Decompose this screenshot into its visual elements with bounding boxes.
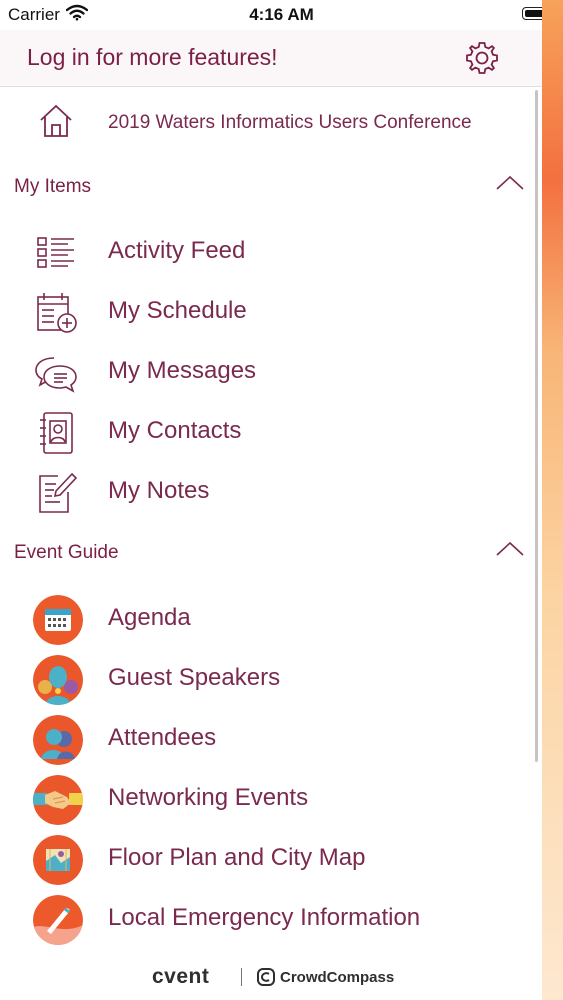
menu-item-activity-feed[interactable]: Activity Feed bbox=[0, 222, 530, 282]
map-icon bbox=[33, 835, 83, 885]
contacts-icon bbox=[40, 412, 73, 454]
my-items-section-header[interactable]: My Items bbox=[0, 168, 530, 208]
background-app-edge bbox=[542, 0, 563, 1000]
crowdcompass-logo-icon bbox=[257, 968, 275, 986]
header: Log in for more features! bbox=[0, 30, 542, 87]
attendees-icon bbox=[33, 715, 83, 765]
item-label: My Contacts bbox=[108, 417, 242, 444]
menu-item-my-notes[interactable]: My Notes bbox=[0, 462, 530, 522]
menu-item-my-messages[interactable]: My Messages bbox=[0, 342, 530, 402]
menu-item-my-schedule[interactable]: My Schedule bbox=[0, 282, 530, 342]
item-label: Local Emergency Information bbox=[108, 904, 421, 931]
cvent-logo: cvent bbox=[152, 965, 210, 988]
scrollbar[interactable] bbox=[535, 90, 538, 762]
menu-item-floor-plan-city-map[interactable]: Floor Plan and City Map bbox=[0, 829, 530, 889]
item-label: Floor Plan and City Map bbox=[108, 844, 366, 871]
item-label: Guest Speakers bbox=[108, 664, 281, 691]
section-title: Event Guide bbox=[14, 542, 119, 563]
speakers-icon bbox=[33, 655, 83, 705]
event-guide-section-header[interactable]: Event Guide bbox=[0, 534, 530, 574]
menu-item-local-emergency-information[interactable]: Local Emergency Information bbox=[0, 889, 530, 949]
emergency-icon bbox=[33, 895, 83, 945]
home-icon bbox=[40, 104, 72, 137]
calendar-add-icon bbox=[37, 293, 77, 333]
agenda-icon bbox=[33, 595, 83, 645]
item-label: Agenda bbox=[108, 604, 191, 631]
menu-item-agenda[interactable]: Agenda bbox=[0, 589, 530, 649]
menu-item-guest-speakers[interactable]: Guest Speakers bbox=[0, 649, 530, 709]
menu-item-my-contacts[interactable]: My Contacts bbox=[0, 402, 530, 462]
handshake-icon bbox=[33, 775, 83, 825]
clock: 4:16 AM bbox=[249, 5, 314, 24]
menu-item-attendees[interactable]: Attendees bbox=[0, 709, 530, 769]
activity-feed-icon bbox=[37, 237, 74, 268]
item-label: Networking Events bbox=[108, 784, 309, 811]
chevron-up-icon[interactable] bbox=[494, 540, 526, 558]
item-label: My Schedule bbox=[108, 297, 247, 324]
footer: cvent CrowdCompass bbox=[0, 962, 542, 992]
chevron-up-icon[interactable] bbox=[494, 174, 526, 192]
messages-icon bbox=[35, 357, 77, 393]
login-prompt-link[interactable]: Log in for more features! bbox=[27, 44, 278, 71]
gear-icon[interactable] bbox=[464, 40, 500, 76]
home-menu-item[interactable]: 2019 Waters Informatics Users Conference bbox=[0, 90, 530, 156]
item-label: My Notes bbox=[108, 477, 210, 504]
footer-divider bbox=[241, 968, 242, 986]
crowdcompass-logo-text: CrowdCompass bbox=[280, 969, 395, 986]
item-label: My Messages bbox=[108, 357, 257, 384]
status-bar: Carrier 4:16 AM bbox=[0, 0, 563, 30]
item-label: Activity Feed bbox=[108, 237, 246, 264]
item-label: Attendees bbox=[108, 724, 217, 751]
section-title: My Items bbox=[14, 176, 92, 197]
home-label: 2019 Waters Informatics Users Conference bbox=[108, 112, 472, 133]
notes-icon bbox=[39, 472, 78, 513]
menu-item-networking-events[interactable]: Networking Events bbox=[0, 769, 530, 829]
